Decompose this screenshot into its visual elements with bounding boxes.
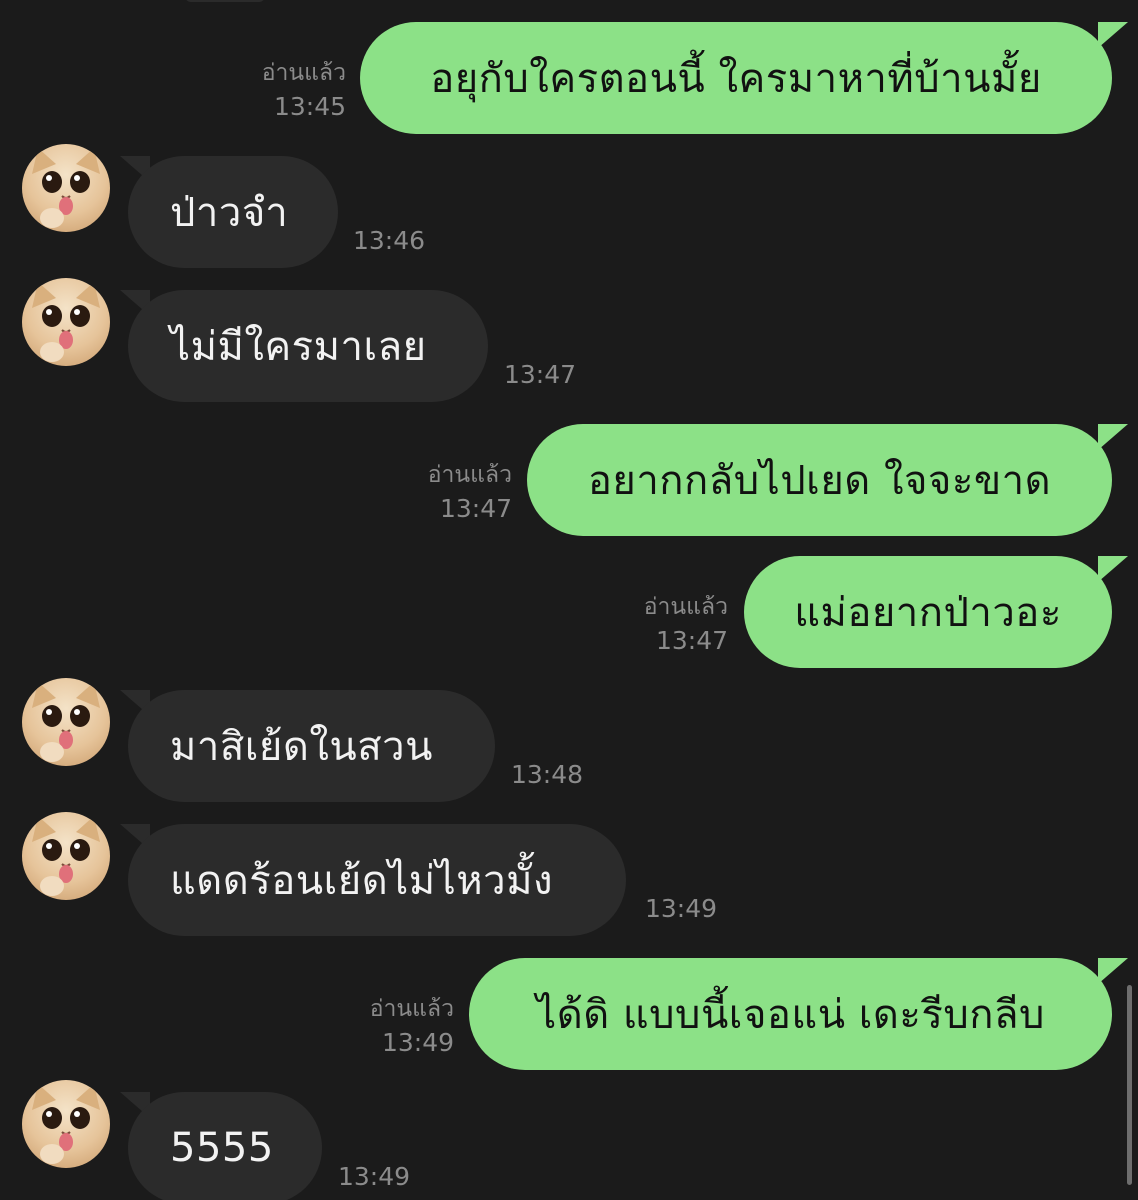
message-meta: อ่านแล้ว 13:47 — [582, 590, 728, 658]
message-text: อยุกับใครตอนนี้ ใครมาหาที่บ้านมั้ย — [430, 56, 1042, 102]
message-meta: อ่านแล้ว 13:49 — [308, 992, 454, 1060]
message-text: แม่อยากป่าวอะ — [794, 590, 1062, 636]
message-time: 13:49 — [381, 1028, 454, 1057]
message-time: 13:47 — [504, 360, 577, 389]
previous-message-fragment — [185, 0, 265, 2]
message-text: ได้ดิ แบบนี้เจอแน่ เดะรีบกลีบ — [536, 992, 1045, 1038]
message-text: อยากกลับไปเยด ใจจะขาด — [587, 458, 1052, 504]
message-text: แดดร้อนเย้ดไม่ไหวมั้ง — [170, 858, 553, 904]
cat-avatar-icon — [32, 1084, 100, 1164]
bubble-tail — [1098, 556, 1128, 582]
message-time: 13:48 — [511, 760, 584, 789]
message-time: 13:49 — [645, 894, 718, 923]
cat-avatar[interactable] — [22, 144, 110, 232]
read-receipt: อ่านแล้ว — [369, 996, 454, 1022]
message-bubble-outgoing[interactable]: ได้ดิ แบบนี้เจอแน่ เดะรีบกลีบ — [469, 958, 1112, 1070]
bubble-tail — [1098, 22, 1128, 48]
message-bubble-outgoing[interactable]: อยุกับใครตอนนี้ ใครมาหาที่บ้านมั้ย — [360, 22, 1112, 134]
cat-avatar[interactable] — [22, 678, 110, 766]
message-time: 13:47 — [655, 626, 728, 655]
message-meta: อ่านแล้ว 13:47 — [366, 458, 512, 526]
message-time: 13:46 — [353, 226, 426, 255]
read-receipt: อ่านแล้ว — [643, 594, 728, 620]
read-receipt: อ่านแล้ว — [427, 462, 512, 488]
cat-avatar-icon — [32, 148, 100, 228]
cat-avatar-icon — [32, 282, 100, 362]
chat-view[interactable]: อ่านแล้ว 13:45 อยุกับใครตอนนี้ ใครมาหาที… — [0, 0, 1138, 1200]
cat-avatar-icon — [32, 682, 100, 762]
message-bubble-outgoing[interactable]: อยากกลับไปเยด ใจจะขาด — [527, 424, 1112, 536]
cat-avatar[interactable] — [22, 278, 110, 366]
cat-avatar-icon — [32, 816, 100, 896]
message-meta: อ่านแล้ว 13:45 — [200, 56, 346, 124]
message-bubble-incoming[interactable]: ป่าวจำ — [128, 156, 338, 268]
message-text: ป่าวจำ — [170, 190, 289, 236]
message-bubble-incoming[interactable]: ไม่มีใครมาเลย — [128, 290, 488, 402]
message-time: 13:45 — [273, 92, 346, 121]
bubble-tail — [1098, 424, 1128, 450]
message-bubble-incoming[interactable]: แดดร้อนเย้ดไม่ไหวมั้ง — [128, 824, 626, 936]
message-bubble-incoming[interactable]: 5555 — [128, 1092, 322, 1200]
message-text: ไม่มีใครมาเลย — [170, 324, 427, 370]
cat-avatar[interactable] — [22, 1080, 110, 1168]
message-text: มาสิเย้ดในสวน — [170, 724, 433, 770]
message-bubble-outgoing[interactable]: แม่อยากป่าวอะ — [744, 556, 1112, 668]
scrollbar[interactable] — [1127, 985, 1132, 1185]
bubble-tail — [1098, 958, 1128, 984]
read-receipt: อ่านแล้ว — [261, 60, 346, 86]
message-bubble-incoming[interactable]: มาสิเย้ดในสวน — [128, 690, 495, 802]
message-time: 13:49 — [338, 1162, 411, 1191]
message-time: 13:47 — [439, 494, 512, 523]
cat-avatar[interactable] — [22, 812, 110, 900]
message-text: 5555 — [170, 1125, 274, 1171]
